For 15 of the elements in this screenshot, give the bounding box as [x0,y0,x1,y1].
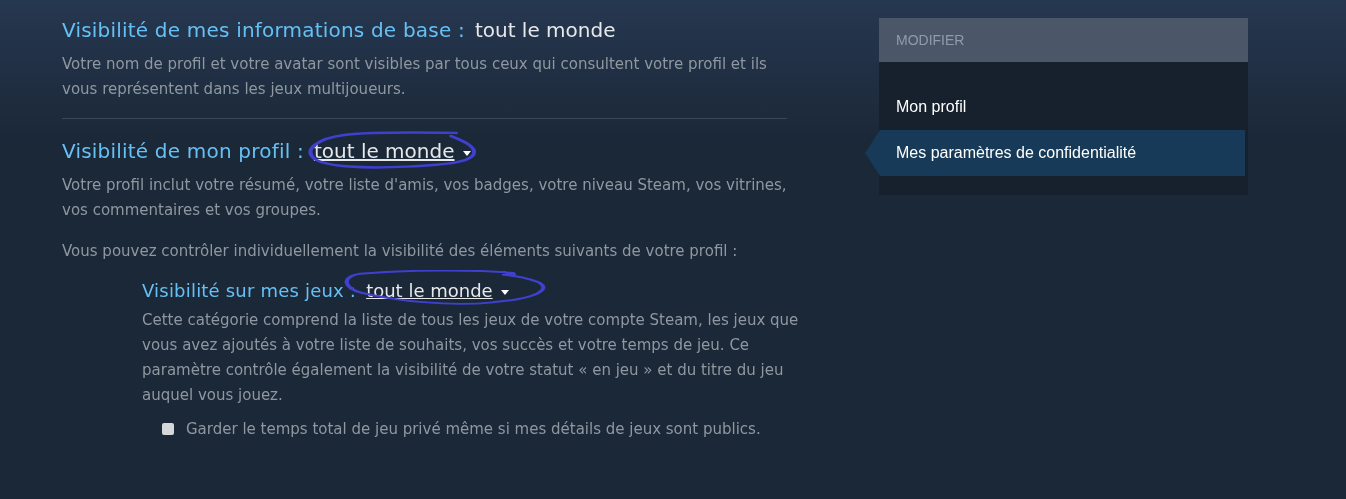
setting-description: Votre profil inclut votre résumé, votre liste d'amis, vos badges, votre niveau Steam, vos vitrines, vos commentaires et vos groupes. [62,175,788,221]
checkbox-label: Garder le temps total de jeu privé même si mes détails de jeux sont publics. [186,420,761,438]
setting-description: Cette catégorie comprend la liste de tous les jeux de votre compte Steam, les jeux que vous avez ajoutés à votre liste de souhaits, vos succès et votre temps de jeu. Ce paramètre contrôle également la visibilité de votre statut « en jeu » et du titre du jeu auquel vous jouez. [142,310,800,406]
caret-icon [500,290,509,295]
sidebar-item[interactable]: Mon profil [879,84,1245,130]
setting-note: Vous pouvez contrôler individuellement la visibilité des éléments suivants de votre profil : [62,241,739,262]
setting-description: Votre nom de profil et votre avatar sont visibles par tous ceux qui consultent votre profil et ils vous représentent dans les jeux multijoueurs. [62,54,768,100]
setting-label: Visibilité de mon profil : [62,139,304,163]
sidebar-item[interactable]: Mes paramètres de confidentialité [865,130,1245,176]
sidebar-title: MODIFIER [879,18,1248,62]
checkbox[interactable] [162,423,174,435]
setting-label: Visibilité de mes informations de base : [62,18,465,42]
caret-icon [462,150,471,156]
setting-value: tout le monde [474,18,616,42]
visibility-dropdown[interactable]: tout le monde [313,139,471,163]
